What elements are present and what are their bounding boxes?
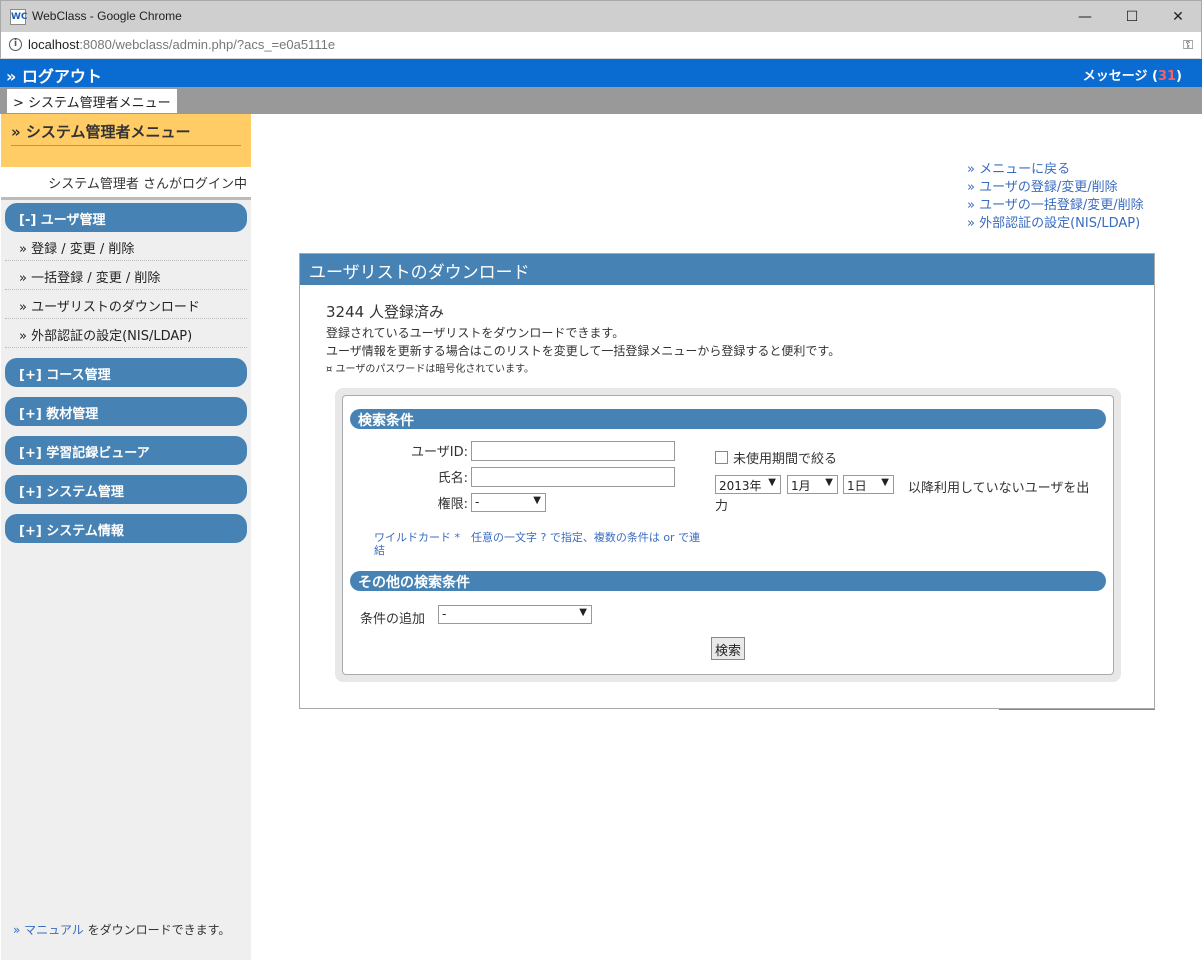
sidebar-header: » システム管理者メニュー bbox=[1, 114, 251, 167]
add-condition-select[interactable]: - ▼ bbox=[438, 605, 592, 624]
maximize-button[interactable]: ☐ bbox=[1109, 1, 1155, 33]
messages-label: メッセージ ( bbox=[1082, 69, 1158, 84]
download-panel: ユーザリストのダウンロード 3244 人登録済み 登録されているユーザリストをダ… bbox=[299, 253, 1155, 710]
search-criteria-header: 検索条件 bbox=[350, 409, 1106, 429]
window-titlebar: WC WebClass - Google Chrome — ☐ ✕ bbox=[0, 0, 1202, 32]
registered-count: 3244 人登録済み bbox=[326, 303, 444, 321]
year-value: 2013年 bbox=[719, 479, 762, 493]
add-condition-value: - bbox=[442, 607, 447, 621]
sidebar-item-external-auth[interactable]: » 外部認証の設定(NIS/LDAP) bbox=[5, 319, 247, 348]
since-text-1: 以降利用していないユーザを出 bbox=[908, 481, 1090, 496]
breadcrumb-bar: > システム管理者メニュー bbox=[0, 87, 1202, 114]
wildcard-help: ワイルドカード * 任意の一文字 ? で指定、複数の条件は or で連結 bbox=[374, 531, 701, 557]
add-condition-label: 条件の追加 bbox=[360, 612, 426, 627]
panel-title: ユーザリストのダウンロード bbox=[300, 254, 1154, 285]
messages-count: 31 bbox=[1157, 69, 1177, 84]
chevron-down-icon: ▼ bbox=[533, 495, 541, 506]
month-select[interactable]: 1月 ▼ bbox=[787, 475, 838, 494]
link-user-bulk-register[interactable]: » ユーザの一括登録/変更/削除 bbox=[967, 197, 1144, 215]
chevron-down-icon: ▼ bbox=[881, 477, 889, 488]
sidebar-item-bulk-register[interactable]: » 一括登録 / 変更 / 削除 bbox=[5, 261, 247, 290]
sidebar-section-system-mgmt[interactable]: [+] システム管理 bbox=[5, 475, 247, 504]
unused-period-label: 未使用期間で絞る bbox=[733, 452, 838, 467]
sidebar-item-download-list[interactable]: » ユーザリストのダウンロード bbox=[5, 290, 247, 319]
userid-input[interactable] bbox=[471, 441, 675, 461]
description-line-2: ユーザ情報を更新する場合はこのリストを変更して一括登録メニューから登録すると便利… bbox=[326, 344, 841, 358]
info-icon[interactable]: i bbox=[9, 38, 22, 51]
sidebar-section-course-mgmt[interactable]: [+] コース管理 bbox=[5, 358, 247, 387]
address-bar[interactable]: i localhost:8080/webclass/admin.php/?acs… bbox=[0, 32, 1202, 59]
sidebar-section-user-mgmt[interactable]: [-] ユーザ管理 bbox=[5, 203, 247, 232]
minimize-button[interactable]: — bbox=[1062, 1, 1108, 33]
other-criteria-header: その他の検索条件 bbox=[350, 571, 1106, 591]
permission-label: 権限: bbox=[437, 497, 468, 512]
link-back-to-menu[interactable]: » メニューに戻る bbox=[967, 161, 1144, 179]
permission-value: - bbox=[475, 495, 480, 509]
sidebar-section-learning-viewer[interactable]: [+] 学習記録ビューア bbox=[5, 436, 247, 465]
password-note: ¤ ユーザのパスワードは暗号化されています。 bbox=[326, 364, 535, 375]
sidebar-section-system-info[interactable]: [+] システム情報 bbox=[5, 514, 247, 543]
url-field[interactable]: localhost:8080/webclass/admin.php/?acs_=… bbox=[28, 37, 335, 52]
quick-links: » メニューに戻る » ユーザの登録/変更/削除 » ユーザの一括登録/変更/削… bbox=[967, 161, 1144, 233]
login-info: システム管理者 さんがログイン中 bbox=[1, 167, 251, 200]
manual-link[interactable]: » マニュアル bbox=[13, 923, 84, 937]
name-label: 氏名: bbox=[437, 471, 468, 486]
description-line-1: 登録されているユーザリストをダウンロードできます。 bbox=[326, 326, 625, 340]
search-button[interactable]: 検索 bbox=[711, 637, 746, 660]
year-select[interactable]: 2013年 ▼ bbox=[715, 475, 781, 494]
app-icon: WC bbox=[10, 9, 28, 25]
panel-bottom-rule bbox=[999, 709, 1155, 710]
sidebar-item-register[interactable]: » 登録 / 変更 / 削除 bbox=[5, 232, 247, 261]
sidebar-footer: » マニュアル をダウンロードできます。 bbox=[13, 921, 230, 938]
key-icon[interactable]: ⚿ bbox=[1183, 38, 1193, 53]
link-external-auth[interactable]: » 外部認証の設定(NIS/LDAP) bbox=[967, 215, 1144, 233]
month-value: 1月 bbox=[791, 479, 811, 493]
unused-period-checkbox[interactable] bbox=[715, 451, 728, 464]
breadcrumb-tab[interactable]: > システム管理者メニュー bbox=[7, 89, 177, 113]
userid-label: ユーザID: bbox=[411, 445, 468, 460]
name-input[interactable] bbox=[471, 467, 675, 487]
sidebar-title: » システム管理者メニュー bbox=[11, 121, 241, 146]
url-path: :8080/webclass/admin.php/?acs_=e0a5111e bbox=[79, 37, 336, 52]
chevron-down-icon: ▼ bbox=[768, 477, 776, 488]
since-text-2: 力 bbox=[715, 499, 729, 514]
day-select[interactable]: 1日 ▼ bbox=[843, 475, 894, 494]
chevron-down-icon: ▼ bbox=[825, 477, 833, 488]
top-nav-bar: » ログアウト メッセージ (31) bbox=[0, 59, 1202, 87]
logout-link[interactable]: » ログアウト bbox=[6, 63, 102, 87]
messages-link[interactable]: メッセージ (31) bbox=[1083, 65, 1182, 84]
manual-text: をダウンロードできます。 bbox=[83, 923, 231, 937]
sidebar-section-material-mgmt[interactable]: [+] 教材管理 bbox=[5, 397, 247, 426]
chevron-down-icon: ▼ bbox=[579, 607, 587, 618]
day-value: 1日 bbox=[847, 479, 867, 493]
permission-select[interactable]: - ▼ bbox=[471, 493, 546, 512]
sidebar: » システム管理者メニュー システム管理者 さんがログイン中 [-] ユーザ管理… bbox=[1, 114, 251, 960]
window-title: WebClass - Google Chrome bbox=[32, 9, 182, 23]
search-form-frame: 検索条件 ユーザID: 氏名: 権限: - ▼ 未使用期間で絞る 2013年 ▼ 1… bbox=[335, 388, 1121, 682]
url-host: localhost bbox=[28, 37, 80, 52]
link-user-register[interactable]: » ユーザの登録/変更/削除 bbox=[967, 179, 1144, 197]
messages-close: ) bbox=[1176, 69, 1182, 84]
search-form: 検索条件 ユーザID: 氏名: 権限: - ▼ 未使用期間で絞る 2013年 ▼ 1… bbox=[342, 395, 1114, 675]
close-button[interactable]: ✕ bbox=[1155, 1, 1201, 33]
